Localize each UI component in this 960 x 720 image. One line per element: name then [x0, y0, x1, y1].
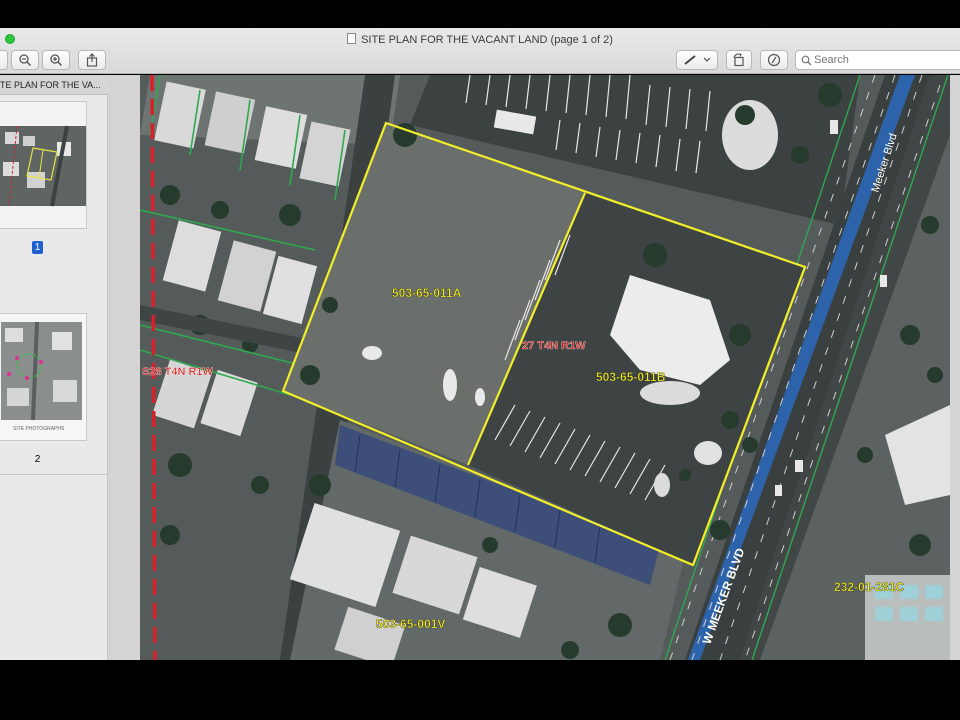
parcel-label-281c: 232-01-281C	[834, 580, 904, 594]
markup-button[interactable]	[676, 50, 718, 70]
page-number-2[interactable]: 2	[32, 453, 43, 466]
sidebar-toggle-button[interactable]	[0, 50, 8, 70]
aerial-site-map: 503-65-011A 503-65-011B 503-65-001V 232-…	[140, 75, 950, 660]
zoom-out-button[interactable]	[11, 50, 39, 70]
thumbnail-sidebar: TE PLAN FOR THE VA... 1 SITE PHOTOGRAPHS…	[0, 75, 108, 660]
pdf-document-icon	[347, 33, 357, 44]
thumbnail-2-caption: SITE PHOTOGRAPHS	[13, 426, 65, 432]
thumbnail-2-image	[0, 314, 86, 440]
annotate-icon	[767, 53, 781, 67]
parcel-label-011b: 503-65-011B	[596, 370, 666, 384]
annotate-button[interactable]	[760, 50, 788, 70]
pen-icon	[684, 55, 711, 65]
search-icon	[801, 55, 812, 66]
rotate-button[interactable]	[726, 50, 752, 70]
sidebar-document-title: TE PLAN FOR THE VA...	[0, 75, 108, 95]
thumbnail-1-image	[0, 102, 86, 228]
search-field[interactable]	[795, 50, 960, 70]
share-button[interactable]	[78, 50, 106, 70]
parcel-label-011a: 503-65-011A	[392, 286, 462, 300]
zoom-in-button[interactable]	[42, 50, 70, 70]
page-thumbnail-1[interactable]	[0, 101, 87, 229]
zoom-in-icon	[50, 54, 63, 67]
section-label-27: 27 T4N R1W	[522, 340, 586, 352]
section-label-s28: S28 T4N R1W	[142, 366, 214, 378]
page-number-1[interactable]: 1	[32, 241, 43, 254]
title-bar: SITE PLAN FOR THE VACANT LAND (page 1 of…	[0, 28, 960, 74]
window-title: SITE PLAN FOR THE VACANT LAND (page 1 of…	[0, 33, 960, 46]
desktop-bottom-black	[0, 660, 960, 720]
parcel-label-001v: 503-65-001V	[376, 617, 445, 631]
preview-window: SITE PLAN FOR THE VACANT LAND (page 1 of…	[0, 0, 960, 720]
rotate-icon	[733, 53, 744, 67]
sidebar-divider	[0, 474, 108, 475]
search-input[interactable]	[814, 53, 954, 67]
pdf-page-site-plan[interactable]: 503-65-011A 503-65-011B 503-65-001V 232-…	[140, 75, 950, 660]
zoom-out-icon	[19, 54, 32, 67]
page-thumbnail-2[interactable]: SITE PHOTOGRAPHS	[0, 313, 87, 441]
share-icon	[86, 53, 98, 67]
